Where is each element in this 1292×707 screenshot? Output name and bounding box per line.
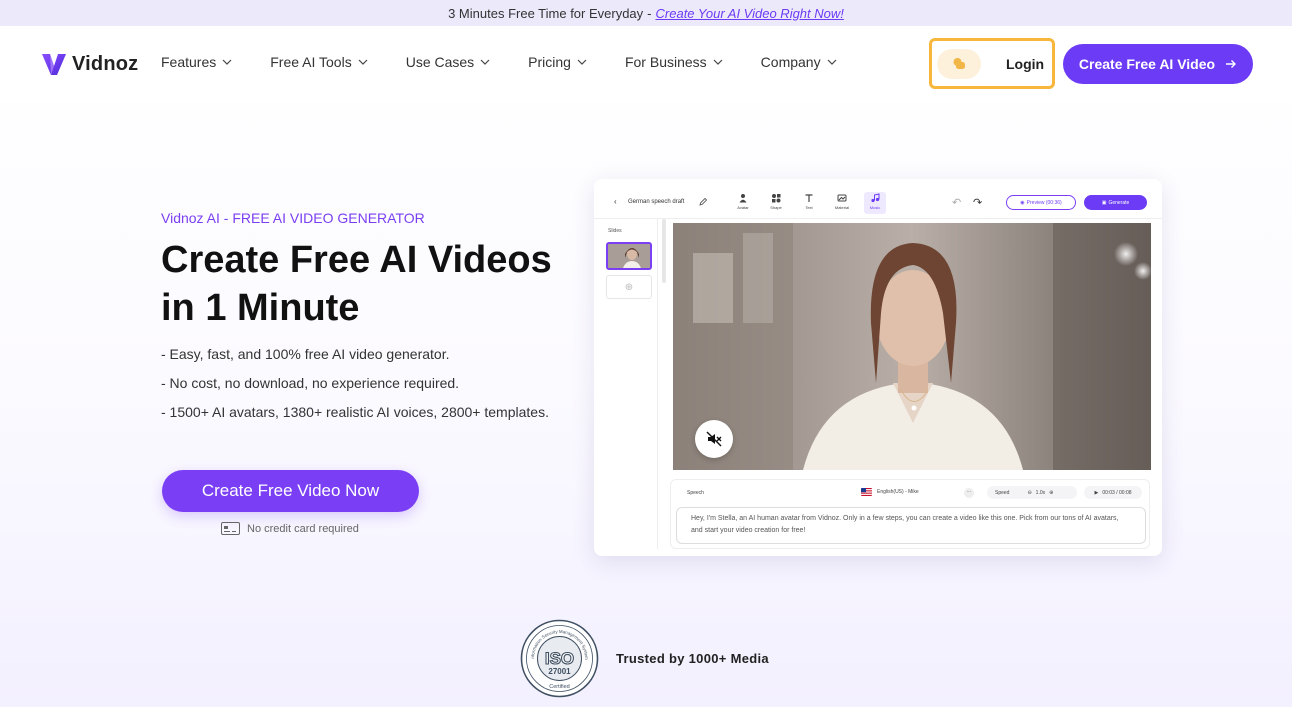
headline-line-2: in 1 Minute [161, 287, 360, 329]
avatar-video [673, 223, 1151, 470]
create-free-video-now-button[interactable]: Create Free Video Now [162, 470, 419, 512]
nav-menu: Features Free AI Tools Use Cases Pricing… [161, 54, 875, 70]
nav-item-pricing[interactable]: Pricing [528, 54, 587, 70]
generate-icon: ▣ [1101, 199, 1107, 206]
speech-script: Hey, I'm Stella, an AI human avatar from… [676, 507, 1146, 544]
nav-item-use-cases[interactable]: Use Cases [406, 54, 490, 70]
credit-card-icon [221, 522, 240, 535]
speed-label: Speed [995, 489, 1010, 496]
chevron-down-icon [358, 59, 368, 65]
more-options-icon: ⋯ [964, 488, 974, 498]
nav-item-label: Use Cases [405, 54, 475, 70]
avatar-thumbnail-image [608, 244, 650, 268]
chevron-down-icon [713, 59, 723, 65]
badge-iso-text: ISO [545, 649, 574, 668]
shape-icon [772, 194, 781, 203]
speed-control: Speed ⊖ 1.0x ⊕ [987, 486, 1077, 499]
bullet-item: - 1500+ AI avatars, 1380+ realistic AI v… [161, 404, 549, 420]
music-icon [871, 193, 880, 203]
tool-material: Material [831, 192, 853, 214]
headline-line-1: Create Free AI Videos [161, 239, 552, 281]
create-free-ai-video-button[interactable]: Create Free AI Video [1063, 44, 1253, 84]
add-slide-icon: ⊕ [606, 275, 652, 299]
nav-item-free-ai-tools[interactable]: Free AI Tools [270, 54, 368, 70]
slides-scrollbar [662, 219, 666, 283]
material-icon [837, 194, 847, 202]
play-circle-icon: ◉ [1020, 199, 1025, 206]
iso-badge: Information Security Management System I… [520, 619, 599, 698]
login-avatar [937, 49, 981, 79]
speaker-mute-icon [706, 431, 722, 447]
announcement-separator: - [647, 5, 652, 21]
tool-shape: Shape [765, 192, 787, 214]
avatar-icon [739, 194, 747, 203]
tool-avatar: Avatar [732, 192, 754, 214]
draft-title: German speech draft [628, 199, 685, 205]
nav-item-label: Company [760, 54, 821, 70]
speech-panel: Speech English(US) - Mike ⋯ Speed ⊖ 1.0x… [670, 479, 1150, 549]
badge-number-text: 27001 [548, 667, 571, 676]
bullet-item: - No cost, no download, no experience re… [161, 375, 460, 391]
voice-label: English(US) - Mike [877, 489, 919, 495]
generate-button: ▣ Generate [1084, 195, 1147, 210]
brand-logo[interactable]: Vidnoz [40, 50, 138, 78]
arrow-right-icon [1226, 60, 1237, 68]
nav-item-label: For Business [624, 54, 707, 70]
announcement-bar: 3 Minutes Free Time for Everyday - Creat… [0, 0, 1292, 26]
slides-panel: Slides ⊕ [602, 219, 666, 549]
speech-label: Speech [687, 490, 704, 496]
chevron-down-icon [480, 59, 490, 65]
speed-value: 1.0x [1035, 489, 1046, 496]
preview-button: ◉ Preview (00:36) [1006, 195, 1076, 210]
chevron-down-icon [827, 59, 837, 65]
announcement-link[interactable]: Create Your AI Video Right Now! [656, 6, 844, 21]
badge-footer-text: Certified [549, 684, 569, 690]
trusted-by-text: Trusted by 1000+ Media [616, 651, 769, 666]
bullet-item: - Easy, fast, and 100% free AI video gen… [161, 346, 450, 362]
user-icon [953, 58, 965, 69]
plus-icon: ⊕ [1049, 489, 1054, 496]
no-credit-card-note: No credit card required [221, 522, 359, 535]
editor-preview: ‹ German speech draft Avatar Shape Text … [594, 179, 1162, 556]
announcement-text: 3 Minutes Free Time for Everyday [448, 5, 644, 21]
undo-icon: ↶ [952, 197, 962, 209]
brand-name: Vidnoz [72, 52, 139, 75]
tool-music: Music [864, 192, 886, 214]
vidnoz-logo-icon [42, 54, 66, 75]
nav-item-label: Pricing [528, 54, 571, 70]
chevron-down-icon [577, 59, 587, 65]
playback-control: ▶ 00:03 / 00:08 [1084, 486, 1142, 499]
hero-headline: Create Free AI Videos in 1 Minute [161, 236, 601, 332]
redo-icon: ↷ [973, 197, 983, 209]
play-icon: ▶ [1094, 489, 1099, 496]
editor-tools: Avatar Shape Text Material Music [732, 192, 886, 214]
text-icon [805, 194, 813, 202]
minus-icon: ⊖ [1027, 489, 1032, 496]
avatar-video-image [673, 223, 1151, 470]
login-label: Login [1006, 56, 1045, 72]
trust-strip: Information Security Management System I… [520, 619, 769, 698]
voice-select: English(US) - Mike [861, 488, 919, 496]
slides-label: Slides [608, 228, 622, 234]
playback-time: 00:03 / 00:08 [1102, 489, 1132, 496]
tool-text: Text [798, 192, 820, 214]
us-flag-icon [861, 488, 872, 496]
pencil-icon [699, 197, 708, 206]
back-icon: ‹ [614, 197, 617, 206]
login-button[interactable]: Login [929, 38, 1055, 89]
no-credit-card-text: No credit card required [247, 522, 359, 535]
nav-item-company[interactable]: Company [761, 54, 837, 70]
nav-item-label: Features [161, 54, 217, 70]
nav-item-for-business[interactable]: For Business [625, 54, 723, 70]
mute-button [695, 420, 733, 458]
nav-item-features[interactable]: Features [161, 54, 232, 70]
hero-eyebrow: Vidnoz AI - FREE AI VIDEO GENERATOR [161, 210, 425, 226]
slide-thumbnail [606, 242, 652, 270]
cta-label: Create Free AI Video [1078, 56, 1216, 72]
editor-toolbar: ‹ German speech draft Avatar Shape Text … [594, 179, 1162, 219]
hero-bullets: - Easy, fast, and 100% free AI video gen… [161, 346, 549, 433]
chevron-down-icon [222, 59, 232, 65]
main-nav: Vidnoz Features Free AI Tools Use Cases … [0, 26, 1292, 102]
nav-item-label: Free AI Tools [270, 54, 352, 70]
